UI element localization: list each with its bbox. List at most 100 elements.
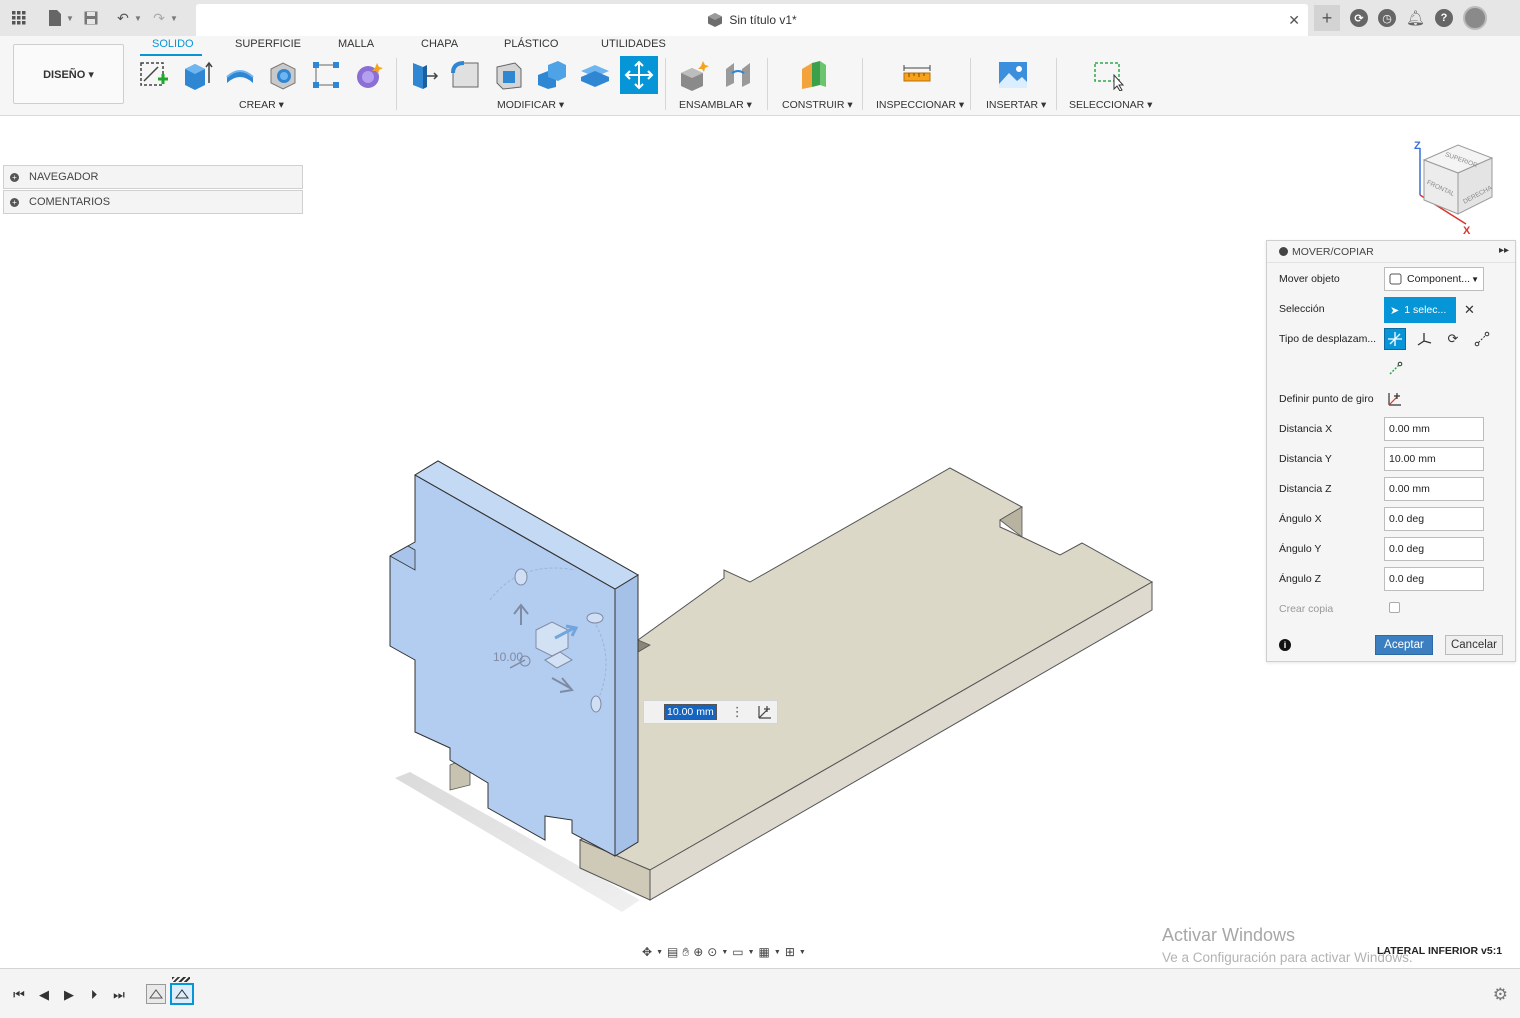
tab-utilidades[interactable]: UTILIDADES [601, 38, 666, 50]
mover-objeto-dropdown[interactable]: Component... ▼ [1384, 267, 1484, 291]
create-sketch-icon[interactable] [137, 58, 171, 92]
timeline-feature-1[interactable] [146, 984, 166, 1004]
grid-caret-icon[interactable]: ▼ [774, 949, 781, 956]
user-avatar[interactable] [1463, 6, 1488, 30]
play-icon[interactable]: ▶︎ [60, 986, 78, 1004]
insert-image-icon[interactable] [996, 58, 1030, 92]
look-at-icon[interactable]: ▤ [667, 945, 678, 959]
extrude-icon[interactable] [180, 58, 214, 92]
collapse-minus-icon[interactable] [1279, 247, 1288, 256]
undo-caret-icon[interactable]: ▼ [134, 14, 144, 23]
tab-plastico[interactable]: PLÁSTICO [504, 38, 558, 50]
file-menu-caret-icon[interactable]: ▼ [66, 14, 76, 23]
notifications-bell-icon[interactable]: 🔔︎ [1406, 9, 1425, 27]
app-grid-icon[interactable] [8, 7, 30, 29]
tab-solido[interactable]: SOLIDO [152, 38, 194, 50]
group-label-ensamblar[interactable]: ENSAMBLAR ▾ [679, 99, 752, 111]
viewports-icon[interactable]: ⊞ [785, 945, 795, 959]
display-caret-icon[interactable]: ▼ [748, 949, 755, 956]
rotate-icon[interactable]: ⟳ [1442, 328, 1464, 350]
tab-superficie[interactable]: SUPERFICIE [235, 38, 301, 50]
group-label-seleccionar[interactable]: SELECCIONAR ▾ [1069, 99, 1152, 111]
save-icon[interactable] [80, 7, 102, 29]
angulo-x-input[interactable]: 0.0 deg [1384, 507, 1484, 531]
base-plate-body[interactable] [578, 467, 1154, 901]
point-to-point-icon[interactable] [1471, 328, 1493, 350]
clear-selection-icon[interactable]: ✕ [1464, 302, 1475, 318]
zoom-caret-icon[interactable]: ▼ [721, 949, 728, 956]
group-label-modificar[interactable]: MODIFICAR ▾ [497, 99, 564, 111]
offset-plane-icon[interactable] [797, 58, 831, 92]
go-to-start-icon[interactable]: ⏮ [10, 986, 28, 1004]
tab-chapa[interactable]: CHAPA [421, 38, 458, 50]
new-tab-plus-icon[interactable]: + [1314, 5, 1340, 31]
pan-hand-icon[interactable]: ✋︎ [682, 945, 689, 960]
zoom-window-icon[interactable]: ⊙ [707, 945, 717, 959]
timeline-marker[interactable] [172, 977, 190, 982]
pattern-icon[interactable] [309, 58, 343, 92]
timeline-feature-2-active[interactable] [170, 983, 194, 1005]
more-options-icon[interactable]: ⋮ [731, 704, 744, 720]
expand-dialog-icon[interactable]: ▸▸ [1499, 245, 1509, 256]
inline-distance-widget[interactable]: 10.00 mm ⋮ [643, 700, 778, 724]
group-label-inspeccionar[interactable]: INSPECCIONAR ▾ [876, 99, 964, 111]
window-select-icon[interactable] [1091, 58, 1125, 92]
help-icon[interactable]: ? [1435, 9, 1454, 27]
joint-icon[interactable] [721, 58, 755, 92]
redo-icon[interactable]: ↷ [148, 7, 170, 29]
document-tab[interactable]: Sin título v1* ✕ [196, 4, 1308, 36]
viewports-caret-icon[interactable]: ▼ [799, 949, 806, 956]
close-tab-icon[interactable]: ✕ [1288, 12, 1300, 29]
step-forward-icon[interactable]: ⏵ [85, 986, 103, 1004]
create-form-icon[interactable] [352, 58, 386, 92]
angulo-y-input[interactable]: 0.0 deg [1384, 537, 1484, 561]
combine-icon[interactable] [535, 58, 569, 92]
file-icon[interactable] [44, 7, 66, 29]
group-label-crear[interactable]: CREAR ▾ [239, 99, 284, 111]
dialog-header[interactable]: MOVER/COPIAR ▸▸ [1267, 241, 1515, 263]
revolve-icon[interactable] [223, 58, 257, 92]
distancia-z-input[interactable]: 0.00 mm [1384, 477, 1484, 501]
tab-malla[interactable]: MALLA [338, 38, 374, 50]
info-icon[interactable]: i [1279, 639, 1291, 651]
workspace-switcher-button[interactable]: DISEÑO ▾ [13, 44, 124, 104]
press-pull-icon[interactable] [406, 58, 440, 92]
crear-copia-checkbox[interactable] [1389, 602, 1400, 613]
label-seleccion: Selección [1279, 303, 1325, 315]
pivot-set-icon[interactable] [756, 703, 774, 721]
shell-icon[interactable] [492, 58, 526, 92]
aceptar-button[interactable]: Aceptar [1375, 635, 1433, 655]
selection-button[interactable]: ➤ 1 selec... [1384, 297, 1456, 323]
orbit-icon[interactable]: ✥ [642, 945, 652, 959]
undo-icon[interactable]: ↶ [112, 7, 134, 29]
gear-icon[interactable]: ⚙ [1493, 985, 1508, 1005]
zoom-icon[interactable]: ⊕ [693, 945, 703, 959]
fillet-icon[interactable] [449, 58, 483, 92]
step-back-icon[interactable]: ◀︎ [35, 986, 53, 1004]
free-move-icon[interactable] [1384, 328, 1406, 350]
set-pivot-icon[interactable] [1384, 388, 1406, 410]
group-label-insertar[interactable]: INSERTAR ▾ [986, 99, 1046, 111]
go-to-end-icon[interactable]: ⏭ [110, 986, 128, 1004]
move-copy-dialog: MOVER/COPIAR ▸▸ Mover objeto Component..… [1266, 240, 1516, 662]
job-status-clock-icon[interactable]: ◷ [1378, 9, 1396, 27]
measure-icon[interactable] [900, 58, 934, 92]
offset-face-icon[interactable] [578, 58, 612, 92]
redo-caret-icon[interactable]: ▼ [170, 14, 180, 23]
translate-xyz-icon[interactable] [1413, 328, 1435, 350]
point-to-position-icon[interactable] [1384, 358, 1406, 380]
sync-icon[interactable]: ⟳ [1350, 9, 1368, 27]
group-label-construir[interactable]: CONSTRUIR ▾ [782, 99, 853, 111]
new-component-icon[interactable] [677, 58, 711, 92]
cancelar-button[interactable]: Cancelar [1445, 635, 1503, 655]
angulo-z-input[interactable]: 0.0 deg [1384, 567, 1484, 591]
grid-icon[interactable]: ▦ [759, 945, 770, 959]
display-settings-icon[interactable]: ▭ [732, 945, 743, 959]
orbit-caret-icon[interactable]: ▼ [656, 949, 663, 956]
distancia-x-input[interactable]: 0.00 mm [1384, 417, 1484, 441]
move-copy-icon[interactable] [620, 56, 658, 94]
inline-distance-input[interactable]: 10.00 mm [664, 704, 717, 720]
viewcube[interactable]: Z X SUPERIOR FRONTAL DERECHA [1414, 140, 1494, 237]
distancia-y-input[interactable]: 10.00 mm [1384, 447, 1484, 471]
hole-icon[interactable] [266, 58, 300, 92]
